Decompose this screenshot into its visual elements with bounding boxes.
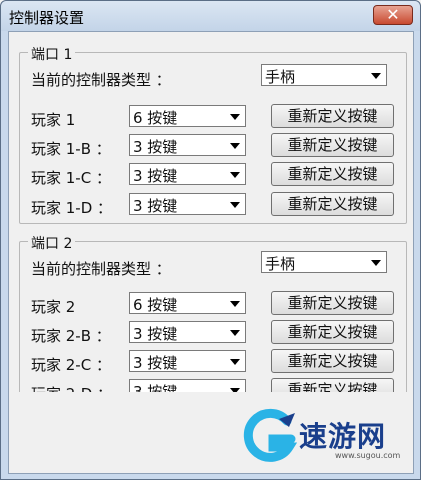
player-label: 玩家 1-D ： bbox=[31, 199, 113, 217]
player-label: 玩家 1 bbox=[31, 111, 76, 129]
chevron-down-icon[interactable] bbox=[366, 253, 385, 271]
player-2c-buttons-select[interactable]: 3 按键 bbox=[129, 350, 246, 372]
close-icon: ✕ bbox=[386, 5, 400, 24]
player-2-remap-button[interactable]: 重新定义按键 bbox=[271, 291, 394, 315]
player-2d-buttons-value: 3 按键 bbox=[133, 383, 178, 392]
player-1-buttons-select[interactable]: 6 按键 bbox=[129, 105, 246, 127]
player-1b-buttons-select[interactable]: 3 按键 bbox=[129, 134, 246, 156]
port-1-controller-type-value: 手柄 bbox=[265, 68, 296, 86]
port-2-legend: 端口 2 bbox=[28, 233, 76, 253]
player-label: 玩家 1-C ： bbox=[31, 169, 111, 187]
chevron-down-icon[interactable] bbox=[225, 323, 244, 341]
player-label: 玩家 2-B ： bbox=[31, 327, 111, 345]
watermark-text: 速游网 bbox=[299, 420, 387, 453]
brand-logo-icon bbox=[243, 408, 298, 462]
player-2b-buttons-value: 3 按键 bbox=[133, 325, 178, 343]
port-2-controller-type-label: 当前的控制器类型 ： bbox=[31, 260, 171, 278]
chevron-down-icon[interactable] bbox=[225, 165, 244, 183]
port-1-legend: 端口 1 bbox=[28, 44, 76, 64]
player-2d-buttons-select[interactable]: 3 按键 bbox=[129, 379, 246, 392]
chevron-down-icon[interactable] bbox=[225, 107, 244, 125]
player-1d-remap-button[interactable]: 重新定义按键 bbox=[271, 192, 394, 216]
port-2-controller-type-select[interactable]: 手柄 bbox=[261, 251, 387, 273]
player-2d-remap-button[interactable]: 重新定义按键 bbox=[271, 378, 394, 392]
player-2-buttons-value: 6 按键 bbox=[133, 296, 178, 314]
chevron-down-icon[interactable] bbox=[225, 381, 244, 392]
player-1d-buttons-select[interactable]: 3 按键 bbox=[129, 193, 246, 215]
player-1c-remap-button[interactable]: 重新定义按键 bbox=[271, 162, 394, 186]
player-2c-remap-button[interactable]: 重新定义按键 bbox=[271, 349, 394, 373]
scroll-viewport: 端口 1 当前的控制器类型 ： 手柄 玩家 1 6 按键 重新定义按键 玩家 1… bbox=[9, 32, 415, 392]
player-label: 玩家 2-D ： bbox=[31, 383, 112, 392]
player-1b-buttons-value: 3 按键 bbox=[133, 138, 178, 156]
player-1c-buttons-select[interactable]: 3 按键 bbox=[129, 163, 246, 185]
title-bar[interactable]: 控制器设置 ✕ bbox=[1, 1, 420, 31]
player-1d-buttons-value: 3 按键 bbox=[133, 197, 178, 215]
player-1b-remap-button[interactable]: 重新定义按键 bbox=[271, 133, 394, 157]
player-label: 玩家 1-B ： bbox=[31, 140, 111, 158]
player-2b-buttons-select[interactable]: 3 按键 bbox=[129, 321, 246, 343]
close-button[interactable]: ✕ bbox=[373, 5, 413, 25]
chevron-down-icon[interactable] bbox=[225, 294, 244, 312]
watermark-url: www.sugou.com bbox=[335, 451, 401, 460]
port-2-controller-type-value: 手柄 bbox=[265, 255, 296, 273]
port-1-controller-type-label: 当前的控制器类型 ： bbox=[31, 71, 171, 89]
port-1-controller-type-select[interactable]: 手柄 bbox=[261, 64, 387, 86]
player-1-buttons-value: 6 按键 bbox=[133, 109, 178, 127]
player-2b-remap-button[interactable]: 重新定义按键 bbox=[271, 320, 394, 344]
player-2c-buttons-value: 3 按键 bbox=[133, 354, 178, 372]
chevron-down-icon[interactable] bbox=[366, 66, 385, 84]
player-1c-buttons-value: 3 按键 bbox=[133, 167, 178, 185]
window-title: 控制器设置 bbox=[9, 9, 85, 27]
player-2-buttons-select[interactable]: 6 按键 bbox=[129, 292, 246, 314]
player-label: 玩家 2-C ： bbox=[31, 356, 111, 374]
chevron-down-icon[interactable] bbox=[225, 195, 244, 213]
site-watermark: 速游网 www.sugou.com bbox=[239, 405, 414, 471]
player-label: 玩家 2 bbox=[31, 298, 76, 316]
controller-settings-window: 控制器设置 ✕ 端口 1 当前的控制器类型 ： 手柄 玩家 1 6 按键 重新定… bbox=[0, 0, 421, 480]
player-1-remap-button[interactable]: 重新定义按键 bbox=[271, 104, 394, 128]
chevron-down-icon[interactable] bbox=[225, 352, 244, 370]
chevron-down-icon[interactable] bbox=[225, 136, 244, 154]
